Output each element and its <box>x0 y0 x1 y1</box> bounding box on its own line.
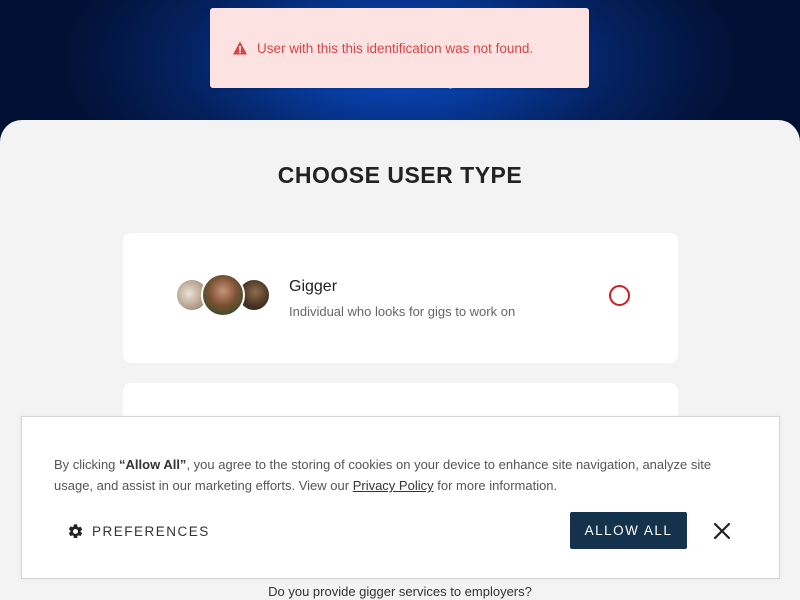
cookie-text-part: By clicking <box>54 457 120 472</box>
cookie-banner: By clicking “Allow All”, you agree to th… <box>21 416 780 579</box>
cookie-text-part: for more information. <box>433 478 558 493</box>
provider-question: Do you provide gigger services to employ… <box>268 584 532 599</box>
allow-all-button[interactable]: ALLOW ALL <box>570 512 687 549</box>
error-message: User with this this identification was n… <box>257 40 534 56</box>
close-icon[interactable] <box>712 521 732 541</box>
preferences-button[interactable]: PREFERENCES <box>67 521 210 541</box>
preferences-label: PREFERENCES <box>92 523 210 539</box>
user-type-name: Gigger <box>289 278 338 295</box>
privacy-policy-link[interactable]: Privacy Policy <box>353 478 434 493</box>
gear-icon <box>68 523 83 538</box>
cookie-text: By clicking “Allow All”, you agree to th… <box>54 454 744 496</box>
page-title: CHOOSE USER TYPE <box>277 162 523 188</box>
avatar-group <box>175 273 275 317</box>
cookie-emphasis: “Allow All” <box>119 457 187 472</box>
error-toast: User with this this identification was n… <box>210 8 589 88</box>
avatar <box>201 273 245 317</box>
user-type-description: Individual who looks for gigs to work on <box>289 304 516 319</box>
user-type-radio[interactable] <box>609 285 630 306</box>
user-type-card-gigger[interactable]: Gigger Individual who looks for gigs to … <box>123 233 678 363</box>
warning-icon <box>233 41 247 55</box>
